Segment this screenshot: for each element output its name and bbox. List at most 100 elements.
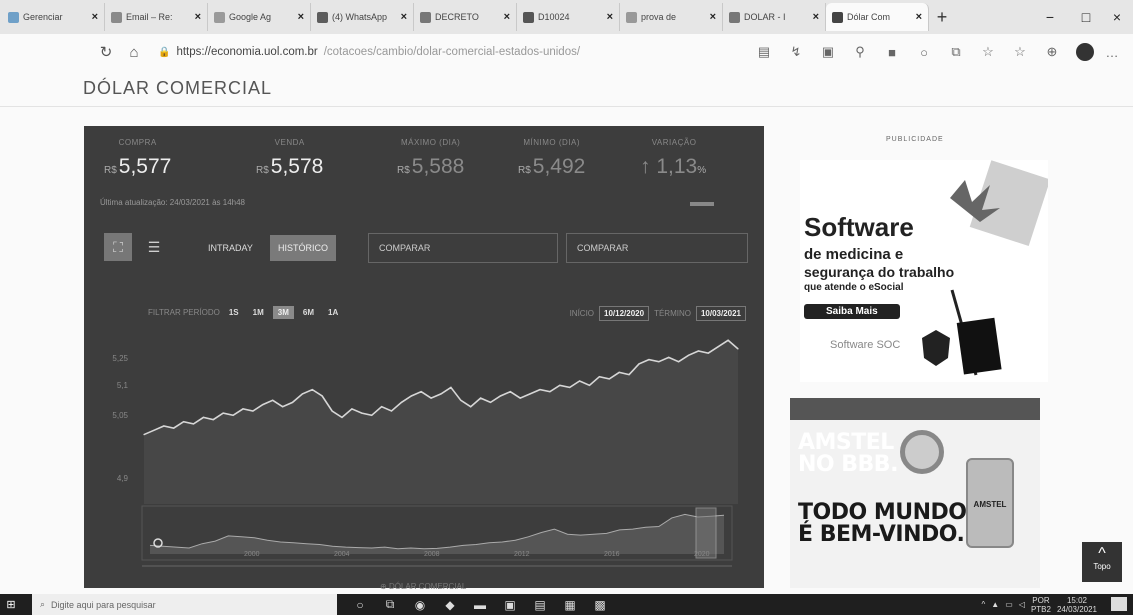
data-point: [390, 410, 393, 412]
navigator-x-label: 2000: [244, 551, 260, 558]
data-point: [628, 374, 630, 376]
browser-tab[interactable]: Dólar Com ×: [826, 3, 929, 31]
close-window-button[interactable]: ×: [1097, 0, 1133, 34]
taskbar-app-2-icon[interactable]: ◆: [435, 598, 465, 612]
data-point: [272, 399, 274, 401]
ad1-saiba-mais-button[interactable]: Saiba Mais: [804, 304, 900, 319]
circle-extension-icon[interactable]: ○: [908, 45, 940, 60]
browser-tab[interactable]: DOLAR - I ×: [723, 3, 826, 31]
tab-label: prova de: [641, 12, 677, 22]
tab-close-icon[interactable]: ×: [813, 11, 819, 23]
data-point: [262, 404, 264, 406]
navigator-x-label: 2008: [424, 551, 440, 558]
url-field[interactable]: 🔒 https://economia.uol.com.br/cotacoes/c…: [158, 46, 718, 58]
browser-tab[interactable]: Google Ag ×: [208, 3, 311, 31]
tab-close-icon[interactable]: ×: [401, 11, 407, 23]
header-divider: [0, 106, 1133, 107]
favorites-icon[interactable]: ☆: [1004, 44, 1036, 60]
cortana-icon[interactable]: ○: [345, 598, 375, 612]
taskbar-app-3-icon[interactable]: ▣: [495, 598, 525, 612]
reader-view-icon[interactable]: ▤: [748, 44, 780, 60]
browser-tab[interactable]: prova de ×: [620, 3, 723, 31]
network-icon[interactable]: ▲: [991, 600, 999, 609]
search-icon: ⌕: [40, 599, 46, 609]
tab-close-icon[interactable]: ×: [607, 11, 613, 23]
home-icon[interactable]: ⌂: [120, 44, 148, 61]
tab-close-icon[interactable]: ×: [195, 11, 201, 23]
ad-software-soc[interactable]: Software de medicina e segurança do trab…: [800, 160, 1048, 382]
topo-label: Topo: [1093, 562, 1111, 571]
tab-close-icon[interactable]: ×: [710, 11, 716, 23]
volume-icon[interactable]: ◁: [1019, 600, 1025, 609]
tab-favicon-icon: [420, 11, 431, 23]
windows-start-icon[interactable]: ⊞: [0, 594, 22, 615]
tab-close-icon[interactable]: ×: [298, 11, 304, 23]
data-point: [252, 410, 254, 412]
clock[interactable]: 15:02 24/03/2021: [1057, 596, 1097, 614]
ad1-line3: que atende o eSocial: [804, 282, 904, 293]
arrow-up-icon: ^: [1098, 545, 1106, 562]
browser-tab[interactable]: (4) WhatsApp ×: [311, 3, 414, 31]
browser-tab[interactable]: DECRETO ×: [414, 3, 517, 31]
data-point: [618, 371, 620, 373]
data-point: [291, 401, 294, 403]
tab-favicon-icon: [8, 11, 19, 23]
tab-label: Google Ag: [229, 12, 272, 22]
battery-icon[interactable]: ▭: [1005, 600, 1013, 609]
data-point: [687, 354, 690, 356]
navigator-x-label: 2016: [604, 551, 620, 558]
notification-icon[interactable]: [1111, 597, 1127, 611]
data-point: [242, 408, 244, 410]
task-view-icon[interactable]: ⧉: [375, 597, 405, 612]
translate-icon[interactable]: ⧉: [940, 44, 972, 60]
quote-widget: COMPRA R$5,577 VENDA R$5,578 MÁXIMO (DIA…: [84, 126, 764, 588]
reload-icon[interactable]: ↻: [92, 43, 120, 61]
tab-close-icon[interactable]: ×: [504, 11, 510, 23]
search-placeholder: Digite aqui para pesquisar: [51, 599, 156, 610]
ad-amstel[interactable]: AMSTEL NO BBB. TODO MUNDO É BEM-VINDO. A…: [790, 398, 1040, 588]
minimize-button[interactable]: −: [1030, 0, 1070, 34]
navigator-x-label: 2020: [694, 551, 710, 558]
taskbar-app-6-icon[interactable]: ▩: [585, 598, 615, 612]
collections-icon[interactable]: ⊕: [1036, 44, 1068, 60]
data-point: [638, 363, 640, 365]
taskbar-app-1-icon[interactable]: ◉: [405, 598, 435, 612]
tab-favicon-icon: [729, 11, 740, 23]
lang2-text: PTB2: [1030, 604, 1051, 614]
more-menu-icon[interactable]: …: [1102, 45, 1122, 60]
pin-icon[interactable]: ⚲: [844, 44, 876, 60]
tab-favicon-icon: [832, 11, 843, 23]
data-point: [489, 401, 492, 403]
read-aloud-icon[interactable]: ↯: [780, 44, 812, 60]
profile-avatar[interactable]: [1076, 43, 1094, 61]
data-point: [400, 401, 402, 403]
tab-close-icon[interactable]: ×: [92, 11, 98, 23]
navigator-x-label: 2004: [334, 551, 350, 558]
browser-tab[interactable]: Email – Re: ×: [105, 3, 208, 31]
browser-tab[interactable]: D10024 ×: [517, 3, 620, 31]
back-to-top-button[interactable]: ^ Topo: [1082, 542, 1122, 582]
language-indicator[interactable]: POR PTB2: [1031, 596, 1051, 614]
data-point: [331, 410, 333, 412]
taskbar-app-4-icon[interactable]: ▤: [525, 598, 555, 612]
footer-label-text: DÓLAR COMERCIAL: [388, 582, 467, 591]
extension-icon[interactable]: ▣: [812, 44, 844, 60]
tab-favicon-icon: [111, 11, 122, 23]
tray-up-icon[interactable]: ^: [982, 600, 986, 609]
data-point: [509, 391, 511, 393]
system-tray: ^ ▲ ▭ ◁ POR PTB2 15:02 24/03/2021: [982, 594, 1097, 615]
favorite-star-icon[interactable]: ☆: [972, 44, 1004, 60]
file-explorer-icon[interactable]: ▬: [465, 598, 495, 612]
collection-icon[interactable]: ■: [876, 45, 908, 60]
taskbar-app-5-icon[interactable]: ▦: [555, 598, 585, 612]
taskbar: ⊞ ⌕ Digite aqui para pesquisar ○ ⧉ ◉ ◆ ▬…: [0, 594, 1133, 615]
tab-close-icon[interactable]: ×: [916, 11, 922, 23]
tab-favicon-icon: [214, 11, 225, 23]
taskbar-search-input[interactable]: ⌕ Digite aqui para pesquisar: [32, 594, 337, 615]
browser-tab[interactable]: Gerenciar ×: [2, 3, 105, 31]
new-tab-button[interactable]: +: [929, 7, 955, 28]
data-point: [173, 427, 175, 429]
data-point: [519, 397, 521, 399]
data-point: [499, 395, 501, 397]
data-point: [212, 419, 214, 421]
